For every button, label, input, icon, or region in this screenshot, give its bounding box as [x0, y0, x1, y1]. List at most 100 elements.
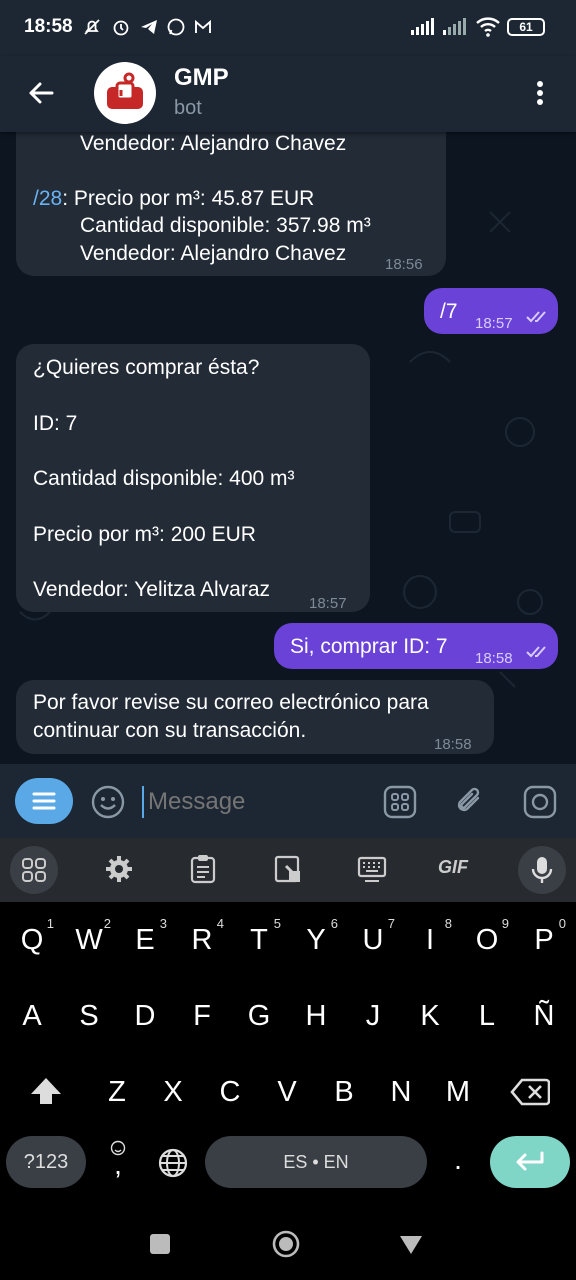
bot-menu-button[interactable]	[15, 778, 73, 824]
battery-level: 61	[519, 20, 533, 34]
message-incoming[interactable]: ¿Quieres comprar ésta? ID: 7 Cantidad di…	[16, 344, 370, 612]
keyboard-apps-button[interactable]	[10, 846, 58, 894]
comma-emoji-key[interactable]: ,	[106, 1140, 130, 1180]
status-time: 18:58	[24, 16, 73, 37]
back-nav-button[interactable]	[398, 1234, 424, 1256]
chat-area[interactable]: Vendedor: Alejandro Chavez /28: Precio p…	[0, 132, 576, 764]
key-d[interactable]: D	[117, 1000, 173, 1033]
camera-button[interactable]	[522, 784, 558, 820]
key-j[interactable]: J	[345, 1000, 401, 1033]
message-text: Vendedor: Alejandro Chavez	[80, 132, 347, 155]
crop-icon	[274, 855, 300, 883]
language-key[interactable]	[158, 1148, 188, 1178]
key-b[interactable]: B	[316, 1076, 372, 1109]
home-button[interactable]	[272, 1230, 300, 1258]
key-a[interactable]: A	[4, 1000, 60, 1033]
grid-icon	[22, 858, 46, 882]
chat-subtitle: bot	[174, 97, 202, 119]
backspace-icon	[510, 1078, 551, 1106]
key-q[interactable]: Q1	[4, 916, 60, 957]
emoji-button[interactable]	[90, 784, 126, 820]
keyboard-settings-button[interactable]	[105, 855, 133, 883]
message-incoming[interactable]: Vendedor: Alejandro Chavez /28: Precio p…	[16, 132, 446, 276]
globe-icon	[158, 1148, 188, 1178]
more-vertical-icon	[537, 81, 543, 105]
double-check-icon	[526, 311, 546, 323]
message-text: Si, comprar ID: 7	[290, 635, 448, 658]
message-time: 18:56	[385, 256, 423, 273]
double-check-icon	[526, 646, 546, 658]
key-u[interactable]: U7	[345, 916, 401, 957]
clipboard-button[interactable]	[190, 854, 216, 884]
key-o[interactable]: O9	[459, 916, 515, 957]
key-h[interactable]: H	[288, 1000, 344, 1033]
text-cursor	[142, 786, 144, 818]
screenshot-button[interactable]	[274, 854, 302, 884]
key-w[interactable]: W2	[61, 916, 117, 957]
menu-icon	[32, 792, 56, 810]
key-n-tilde[interactable]: Ñ	[516, 1000, 572, 1033]
command-link[interactable]: /28	[33, 187, 62, 210]
camera-icon	[523, 785, 557, 819]
key-t[interactable]: T5	[231, 916, 287, 957]
status-bar: 18:58 61	[0, 0, 576, 56]
voice-input-button[interactable]	[518, 846, 566, 894]
chat-header: GMP bot	[0, 56, 576, 132]
enter-key[interactable]	[490, 1136, 570, 1188]
triangle-back-icon	[400, 1236, 422, 1254]
space-key[interactable]: ES • EN	[205, 1136, 427, 1188]
shift-icon	[31, 1078, 61, 1104]
message-time: 18:58	[434, 736, 472, 753]
key-r[interactable]: R4	[174, 916, 230, 957]
attach-button[interactable]	[452, 784, 488, 820]
period-key[interactable]: .	[448, 1144, 468, 1180]
gif-button[interactable]: GIF	[438, 857, 468, 878]
keyboard: Q1 W2 E3 R4 T5 Y6 U7 I8 O9 P0 A S D F G …	[0, 902, 576, 1194]
message-text: Por favor revise su correo electrónico p…	[33, 691, 429, 714]
key-v[interactable]: V	[259, 1076, 315, 1109]
message-text: Cantidad disponible: 400 m³	[33, 467, 295, 490]
keyboard-icon	[357, 856, 387, 882]
message-text: ¿Quieres comprar ésta?	[33, 356, 260, 379]
key-x[interactable]: X	[145, 1076, 201, 1109]
muted-icon	[82, 17, 102, 37]
sticker-button[interactable]	[382, 784, 418, 820]
key-l[interactable]: L	[459, 1000, 515, 1033]
clipboard-icon	[190, 855, 216, 884]
signal-icon	[410, 18, 436, 36]
wifi-icon	[475, 16, 501, 38]
key-k[interactable]: K	[402, 1000, 458, 1033]
key-p[interactable]: P0	[516, 916, 572, 957]
whatsapp-icon	[166, 17, 186, 37]
shift-key[interactable]	[26, 1074, 66, 1110]
key-f[interactable]: F	[174, 1000, 230, 1033]
symbols-key[interactable]: ?123	[6, 1136, 86, 1188]
keyboard-layout-button[interactable]	[357, 854, 387, 884]
key-z[interactable]: Z	[89, 1076, 145, 1109]
back-button[interactable]	[20, 72, 62, 114]
key-n[interactable]: N	[373, 1076, 429, 1109]
key-m[interactable]: M	[430, 1076, 486, 1109]
key-s[interactable]: S	[61, 1000, 117, 1033]
key-i[interactable]: I8	[402, 916, 458, 957]
more-options-button[interactable]	[522, 72, 558, 114]
message-outgoing[interactable]: /7 18:57	[424, 288, 558, 334]
message-text: /7	[440, 300, 458, 323]
battery-icon: 61	[507, 18, 545, 36]
recent-apps-button[interactable]	[150, 1234, 170, 1254]
message-text: ID: 7	[33, 412, 78, 435]
key-y[interactable]: Y6	[288, 916, 344, 957]
enter-icon	[516, 1151, 544, 1171]
backspace-key[interactable]	[510, 1076, 551, 1108]
message-outgoing[interactable]: Si, comprar ID: 7 18:58	[274, 623, 558, 669]
message-incoming[interactable]: Por favor revise su correo electrónico p…	[16, 680, 494, 754]
message-text: Vendedor: Alejandro Chavez	[80, 242, 347, 265]
key-c[interactable]: C	[202, 1076, 258, 1109]
avatar[interactable]	[94, 62, 156, 124]
gmail-icon	[193, 17, 213, 37]
message-input[interactable]	[146, 782, 370, 822]
key-e[interactable]: E3	[117, 916, 173, 957]
navigation-bar	[0, 1194, 576, 1280]
key-g[interactable]: G	[231, 1000, 287, 1033]
bot-logo-icon	[107, 72, 143, 109]
